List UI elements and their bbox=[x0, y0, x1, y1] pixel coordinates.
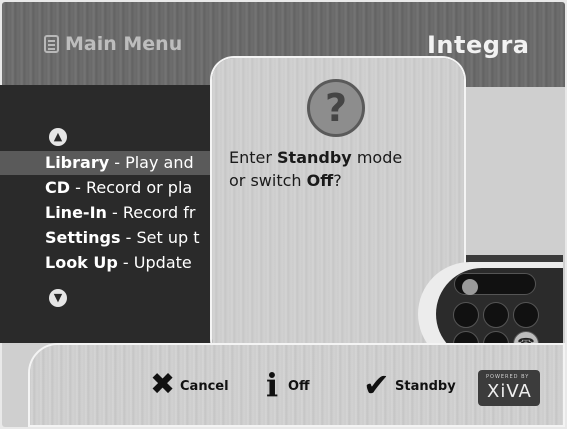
prompt-text: Enter bbox=[229, 148, 278, 167]
prompt-standby: Standby bbox=[277, 148, 352, 167]
menu-item-library[interactable]: Library - Play and bbox=[0, 151, 230, 175]
menu-item-name: Line-In bbox=[45, 203, 107, 222]
prompt-off: Off bbox=[306, 171, 334, 190]
checkmark-icon: ✔ bbox=[363, 366, 390, 404]
menu-item-desc: - Set up t bbox=[120, 228, 200, 247]
menu-item-cd[interactable]: CD - Record or pla bbox=[0, 176, 230, 200]
menu-item-desc: - Play and bbox=[109, 153, 194, 172]
cancel-label: Cancel bbox=[180, 379, 229, 394]
standby-label: Standby bbox=[395, 379, 456, 394]
question-icon: ? bbox=[307, 79, 365, 137]
menu-item-desc: - Record fr bbox=[106, 203, 196, 222]
menu-item-name: CD bbox=[45, 178, 71, 197]
cancel-button[interactable]: ✖ Cancel bbox=[150, 370, 232, 400]
scroll-up-icon[interactable]: ▲ bbox=[49, 128, 67, 146]
menu-document-icon bbox=[44, 35, 59, 53]
standby-button[interactable]: ✔ Standby bbox=[363, 366, 459, 404]
remote-key-wide bbox=[454, 273, 536, 295]
prompt-text: mode bbox=[351, 148, 403, 167]
remote-key bbox=[513, 302, 539, 328]
menu-item-name: Settings bbox=[45, 228, 121, 247]
menu-item-desc: - Record or pla bbox=[70, 178, 193, 197]
page-title: Main Menu bbox=[65, 33, 183, 55]
info-icon: i bbox=[266, 366, 279, 404]
menu-item-desc: - Update bbox=[117, 253, 192, 272]
xiva-logo: POWERED BY XiVA bbox=[478, 370, 540, 406]
xiva-wordmark: XiVA bbox=[487, 381, 532, 402]
powered-by-text: POWERED BY bbox=[486, 374, 530, 380]
dialog-prompt: Enter Standby mode or switch Off? bbox=[229, 146, 402, 192]
off-label: Off bbox=[288, 379, 310, 394]
menu-item-line-in[interactable]: Line-In - Record fr bbox=[0, 201, 230, 225]
brand-logo: Integra bbox=[427, 31, 530, 59]
prompt-text: ? bbox=[333, 171, 342, 190]
menu-item-name: Library bbox=[45, 153, 110, 172]
remote-key bbox=[453, 302, 479, 328]
menu-item-look-up[interactable]: Look Up - Update bbox=[0, 251, 230, 275]
menu-item-settings[interactable]: Settings - Set up t bbox=[0, 226, 230, 250]
scroll-down-icon[interactable]: ▼ bbox=[49, 289, 67, 307]
cancel-x-icon: ✖ bbox=[150, 367, 176, 402]
off-button[interactable]: i Off bbox=[266, 366, 320, 404]
menu-item-name: Look Up bbox=[45, 253, 118, 272]
prompt-text: or switch bbox=[229, 171, 307, 190]
remote-key bbox=[483, 302, 509, 328]
remote-key-indicator bbox=[462, 279, 478, 295]
